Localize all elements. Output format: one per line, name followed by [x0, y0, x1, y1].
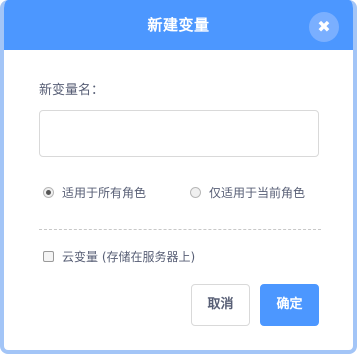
radio-icon[interactable]: [190, 187, 201, 198]
variable-name-label: 新变量名：: [39, 83, 105, 98]
dialog-header: 新建变量 ✖: [4, 0, 353, 50]
new-variable-dialog: 新建变量 ✖ 新变量名： 适用于所有角色 仅适用于当前角色 云变量 (存储在服务…: [0, 0, 357, 354]
cloud-variable-option[interactable]: 云变量 (存储在服务器上): [43, 248, 195, 265]
dialog-title: 新建变量: [147, 16, 210, 34]
scope-all-sprites-option[interactable]: 适用于所有角色: [43, 184, 146, 201]
variable-name-input[interactable]: [39, 110, 319, 157]
checkbox-icon[interactable]: [43, 251, 54, 262]
scope-this-sprite-option[interactable]: 仅适用于当前角色: [190, 184, 305, 201]
scope-all-sprites-label: 适用于所有角色: [62, 186, 147, 200]
close-icon: ✖: [317, 17, 331, 36]
radio-icon-selected[interactable]: [43, 187, 54, 198]
close-button[interactable]: ✖: [309, 12, 339, 42]
divider: [39, 229, 321, 230]
ok-button[interactable]: 确定: [260, 284, 319, 326]
cancel-button[interactable]: 取消: [191, 284, 250, 326]
scope-this-sprite-label: 仅适用于当前角色: [209, 186, 306, 200]
cloud-variable-label: 云变量 (存储在服务器上): [62, 250, 196, 264]
